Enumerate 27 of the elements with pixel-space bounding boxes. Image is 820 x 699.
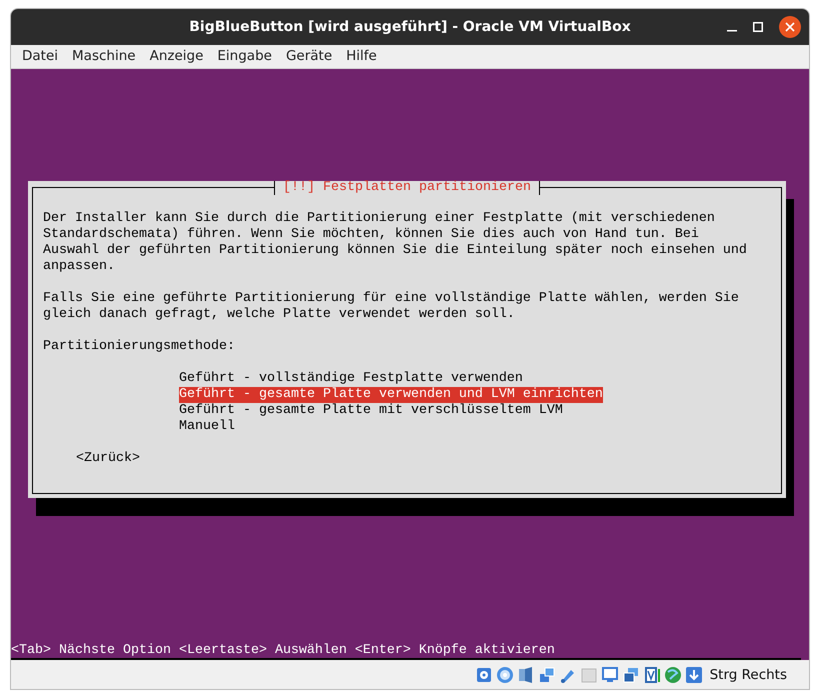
menu-item[interactable]: Maschine	[65, 46, 143, 67]
close-icon[interactable]	[779, 16, 801, 38]
dialog-paragraph: Partitionierungsmethode:	[43, 339, 236, 355]
menu-item[interactable]: Anzeige	[142, 46, 210, 67]
dialog-paragraph: Falls Sie eine geführte Partitionierung für eine vollständige Platte wählen, werden Sie gleich danach gefragt, welche Platte verwendet werden soll.	[43, 291, 740, 323]
back-button[interactable]: <Zurück>	[76, 451, 140, 467]
host-key-label: Strg Rechts	[710, 666, 787, 685]
partition-option[interactable]: Geführt - vollständige Festplatte verwenden	[179, 371, 523, 387]
key-hint-line: <Tab> Nächste Option <Leertaste> Auswählen <Enter> Knöpfe aktivieren	[11, 643, 555, 659]
chip-icon[interactable]	[642, 666, 661, 684]
dialog-title: [!!] Festplatten partitionieren	[274, 180, 540, 194]
windows-icon[interactable]	[622, 666, 640, 684]
menu-item[interactable]: Datei	[15, 46, 66, 67]
optical-disc-icon[interactable]	[496, 666, 514, 684]
window-title: BigBlueButton [wird ausgeführt] - Oracle VM VirtualBox	[189, 18, 631, 36]
maximize-icon[interactable]	[753, 22, 763, 32]
partition-option[interactable]: Manuell	[179, 419, 235, 435]
globe-icon[interactable]	[664, 666, 682, 684]
menu-item[interactable]: Geräte	[278, 46, 340, 67]
partition-option[interactable]: Geführt - gesamte Platte mit verschlüsseltem LVM	[179, 403, 563, 419]
partition-option[interactable]: Geführt - gesamte Platte verwenden und LVM einrichten	[179, 387, 603, 403]
menu-item[interactable]: Eingabe	[210, 46, 279, 67]
display-icon[interactable]	[600, 666, 619, 684]
audio-icon[interactable]	[516, 666, 535, 684]
network-icon[interactable]	[538, 666, 556, 684]
dialog-paragraph: Der Installer kann Sie durch die Partitionierung einer Festplatte (mit verschiedenen Standardschemata) führen. Wenn Sie möchten, können Sie dies auch von Hand tun. Bei Auswahl der geführten Partitionierung können Sie die Einteilung später noch einsehen und anpassen.	[43, 211, 748, 275]
menu-item[interactable]: Hilfe	[339, 46, 384, 67]
